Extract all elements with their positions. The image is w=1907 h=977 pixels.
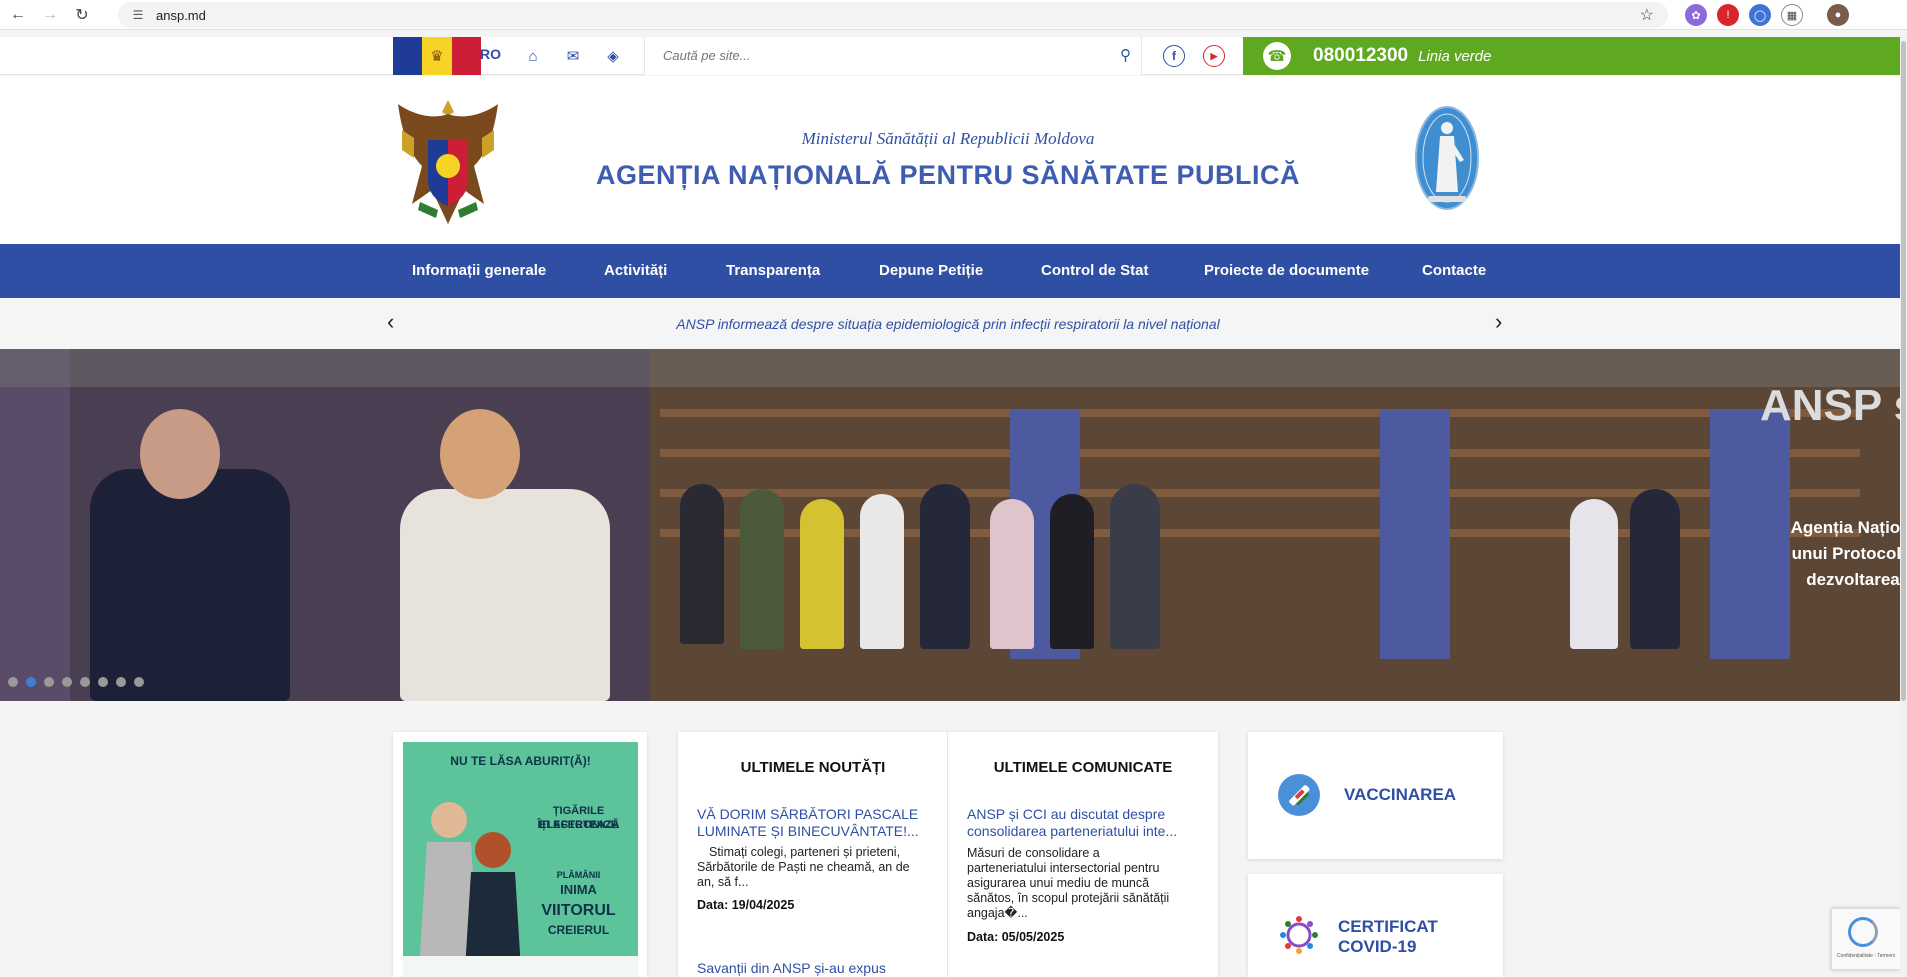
hero-pattern-strip: [0, 349, 70, 701]
forward-button[interactable]: →: [36, 1, 64, 29]
poster-word-future: VIITORUL: [541, 902, 616, 919]
banner-stand: [1380, 409, 1450, 659]
poster-partner-logos: [403, 956, 638, 977]
poster-people-illustration: [419, 802, 521, 970]
poster-word-brain: CREIERUL: [547, 923, 610, 937]
excerpt-line: sănătos, în scopul protejării sănătății: [967, 891, 1170, 905]
ticker-next-icon[interactable]: ›: [1495, 309, 1502, 335]
excerpt-line: Măsuri de consolidare a: [967, 846, 1100, 860]
search-input[interactable]: [663, 37, 1103, 73]
moldova-flag-icon[interactable]: ♛: [393, 37, 481, 75]
communicate-item-excerpt: Măsuri de consolidare a parteneriatului …: [967, 846, 1207, 921]
ticker-text[interactable]: ANSP informează despre situația epidemio…: [0, 316, 1896, 332]
recaptcha-badge[interactable]: Confidențialitate - Termeni: [1831, 908, 1901, 970]
extension-shield-icon[interactable]: !: [1717, 4, 1739, 26]
phone-label: Linia verde: [1418, 47, 1492, 65]
menu-item-transparency[interactable]: Transparența: [726, 262, 820, 279]
hero-caption-line: unui Protocol de cola: [1791, 544, 1907, 563]
syringe-icon: [1278, 774, 1320, 816]
recaptcha-terms[interactable]: Confidențialitate - Termeni: [1834, 953, 1898, 959]
menu-item-state-control[interactable]: Control de Stat: [1041, 262, 1149, 279]
poster-word-lungs: PLĂMÂNII: [556, 870, 601, 880]
recaptcha-icon: [1848, 917, 1878, 947]
phone-icon: ☎: [1263, 42, 1291, 70]
news-item-excerpt: Stimați colegi, parteneri și prieteni, S…: [697, 845, 937, 890]
phone-number[interactable]: 080012300: [1313, 45, 1408, 67]
site-search: ⚲: [644, 37, 1142, 75]
language-switch[interactable]: RO: [480, 46, 501, 62]
hero-slide-caption[interactable]: Agenția Națională per unui Protocol de c…: [1728, 515, 1907, 593]
latest-communicates-title: ULTIMELE COMUNICATE: [993, 759, 1173, 776]
extensions-puzzle-icon[interactable]: ▦: [1781, 4, 1803, 26]
bookmark-star-icon[interactable]: ☆: [1640, 5, 1654, 25]
covid-certificate-title[interactable]: CERTIFICAT COVID-19: [1338, 917, 1438, 957]
site-settings-icon[interactable]: ☰: [124, 8, 152, 22]
communicate-item-link[interactable]: ANSP și CCI au discutat despre consolida…: [967, 806, 1177, 840]
mail-icon[interactable]: ✉: [563, 46, 583, 66]
excerpt-line: asigurarea unui mediu de muncă: [967, 876, 1150, 890]
excerpt-line: Stimați colegi, parteneri și prieteni,: [709, 845, 901, 859]
slide-dot-6[interactable]: [98, 677, 108, 687]
excerpt-line: an, să f...: [697, 875, 749, 889]
certificate-title-line: COVID-19: [1338, 937, 1417, 956]
hero-caption-line: Agenția Națională per: [1790, 518, 1907, 537]
virus-icon: [1280, 916, 1318, 954]
reload-button[interactable]: ↻: [68, 1, 96, 29]
ansp-emblem-icon[interactable]: [1414, 104, 1480, 214]
slide-dot-2[interactable]: [26, 677, 36, 687]
profile-avatar-icon[interactable]: ●: [1827, 4, 1849, 26]
slide-dot-8[interactable]: [134, 677, 144, 687]
menu-item-activities[interactable]: Activități: [604, 262, 667, 279]
excerpt-line: Sărbătorile de Paști ne cheamă, an de: [697, 860, 910, 874]
slide-dot-4[interactable]: [62, 677, 72, 687]
anti-vaping-poster[interactable]: NU TE LĂSA ABURIT(Ă)! ȚIGĂRILE ELECTRONI…: [403, 742, 638, 977]
latest-news-title: ULTIMELE NOUTĂȚI: [740, 759, 886, 776]
scrollbar-thumb[interactable]: [1901, 41, 1906, 701]
sitemap-icon[interactable]: ◈: [603, 46, 623, 66]
hero-slide-title[interactable]: ANSP ș: [1760, 381, 1907, 431]
extension-circle-icon[interactable]: ◯: [1749, 4, 1771, 26]
menu-item-contacts[interactable]: Contacte: [1422, 262, 1486, 279]
news-link-line: VĂ DORIM SĂRBĂTORI PASCALE: [697, 806, 919, 822]
back-button[interactable]: ←: [4, 1, 32, 29]
poster-word-heart: INIMA: [560, 882, 597, 897]
poster-subtitle-2: ÎȚI AFECTEAZĂ: [537, 819, 620, 831]
agency-title[interactable]: AGENȚIA NAȚIONALĂ PENTRU SĂNĂTATE PUBLIC…: [0, 160, 1896, 191]
address-bar[interactable]: ☰ ansp.md ☆: [118, 2, 1668, 28]
excerpt-line: parteneriatului intersectorial pentru: [967, 861, 1160, 875]
news-item-date: Data: 19/04/2025: [697, 898, 795, 912]
facebook-icon[interactable]: f: [1163, 45, 1185, 67]
excerpt-line: angaja�...: [967, 906, 1028, 920]
hero-slider[interactable]: [0, 349, 1900, 701]
extension-brain-icon[interactable]: ✿: [1685, 4, 1707, 26]
menu-item-draft-documents[interactable]: Proiecte de documente: [1204, 262, 1369, 279]
youtube-icon[interactable]: ▶: [1203, 45, 1225, 67]
communicate-link-line: ANSP și CCI au discutat despre: [967, 806, 1166, 822]
slider-pagination: [8, 677, 144, 687]
extension-icons: ✿ ! ◯ ▦ ●: [1685, 4, 1849, 26]
certificate-title-line: CERTIFICAT: [1338, 917, 1438, 936]
slide-dot-5[interactable]: [80, 677, 90, 687]
menu-item-petition[interactable]: Depune Petiție: [879, 262, 983, 279]
search-icon[interactable]: ⚲: [1120, 46, 1131, 64]
vaccination-title[interactable]: VACCINAREA: [1344, 785, 1456, 805]
url-text[interactable]: ansp.md: [156, 8, 206, 23]
slide-dot-7[interactable]: [116, 677, 126, 687]
news-item-link[interactable]: VĂ DORIM SĂRBĂTORI PASCALE LUMINATE ȘI B…: [697, 806, 919, 840]
hero-caption-line: dezvoltarea relații: [1806, 570, 1907, 589]
menu-item-general-info[interactable]: Informații generale: [412, 262, 546, 279]
communicate-item-date: Data: 05/05/2025: [967, 930, 1065, 944]
home-icon[interactable]: ⌂: [523, 46, 543, 66]
page-scrollbar[interactable]: [1900, 37, 1907, 977]
ministry-name: Ministerul Sănătății al Republicii Moldo…: [801, 129, 1095, 148]
poster-title: NU TE LĂSA ABURIT(Ă)!: [450, 754, 591, 768]
slide-dot-1[interactable]: [8, 677, 18, 687]
communicate-link-line: consolidarea parteneriatului inte...: [967, 823, 1178, 839]
news-link-line: LUMINATE ȘI BINECUVÂNTATE!...: [697, 823, 919, 839]
green-line-banner[interactable]: ☎ 080012300 Linia verde: [1243, 37, 1900, 75]
slide-dot-3[interactable]: [44, 677, 54, 687]
news-item-link[interactable]: Savanții din ANSP și-au expus: [697, 960, 886, 977]
